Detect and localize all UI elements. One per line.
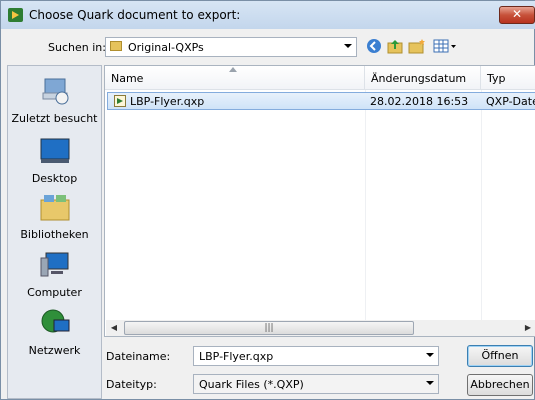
file-name: LBP-Flyer.qxp: [130, 95, 205, 108]
scroll-right-icon[interactable]: ▶: [520, 320, 535, 336]
filetype-dropdown[interactable]: Quark Files (*.QXP): [193, 374, 439, 394]
column-divider: [365, 90, 366, 320]
place-recent[interactable]: Zuletzt besucht: [8, 76, 101, 125]
qxp-file-icon: [114, 95, 126, 107]
file-date: 28.02.2018 16:53: [370, 95, 469, 108]
computer-icon: [40, 252, 68, 277]
recent-places-icon: [42, 78, 68, 105]
scroll-thumb[interactable]: |||: [124, 321, 414, 335]
libraries-icon: [40, 195, 69, 221]
cancel-button[interactable]: Abbrechen: [467, 374, 533, 396]
place-label: Netzwerk: [28, 344, 81, 357]
column-label: Typ: [487, 72, 506, 85]
place-network[interactable]: Netzwerk: [8, 308, 101, 357]
network-icon: [41, 309, 69, 333]
file-type: QXP-Date: [486, 95, 535, 108]
filename-value: LBP-Flyer.qxp: [199, 350, 274, 363]
place-label: Zuletzt besucht: [11, 112, 98, 125]
filetype-value: Quark Files (*.QXP): [199, 378, 304, 391]
place-label: Desktop: [31, 172, 78, 185]
open-button[interactable]: Öffnen: [467, 345, 533, 367]
filename-input[interactable]: LBP-Flyer.qxp: [193, 346, 439, 366]
horizontal-scrollbar[interactable]: ◀ ||| ▶: [106, 320, 535, 336]
quark-app-icon: [8, 8, 23, 22]
folder-icon: [110, 41, 122, 51]
look-in-value: Original-QXPs: [128, 41, 204, 54]
sort-ascending-icon: [229, 67, 237, 72]
filetype-label: Dateityp:: [106, 378, 157, 391]
filename-label: Dateiname:: [106, 350, 171, 363]
column-header-name[interactable]: Name: [105, 66, 365, 90]
up-folder-icon[interactable]: [387, 38, 403, 54]
window-title: Choose Quark document to export:: [29, 8, 241, 22]
file-list: Name Änderungsdatum Typ LBP-Flyer.qxp 28…: [104, 65, 535, 337]
place-label: Computer: [27, 286, 82, 299]
place-computer[interactable]: Computer: [8, 250, 101, 299]
place-libraries[interactable]: Bibliotheken: [8, 192, 101, 241]
file-dialog: Choose Quark document to export: ✕ Suche…: [0, 0, 535, 400]
scroll-left-icon[interactable]: ◀: [106, 320, 122, 336]
title-bar: Choose Quark document to export: ✕: [1, 1, 535, 29]
column-header-type[interactable]: Typ: [481, 66, 535, 90]
chevron-down-icon: [426, 381, 434, 385]
place-desktop[interactable]: Desktop: [8, 136, 101, 185]
new-folder-icon[interactable]: [408, 38, 426, 54]
column-header-date[interactable]: Änderungsdatum: [365, 66, 481, 90]
table-row[interactable]: LBP-Flyer.qxp 28.02.2018 16:53 QXP-Date: [107, 92, 535, 110]
column-divider: [481, 90, 482, 320]
view-menu-icon[interactable]: [433, 38, 457, 54]
column-label: Änderungsdatum: [371, 72, 467, 85]
look-in-dropdown[interactable]: Original-QXPs: [105, 37, 357, 57]
places-bar: Zuletzt besucht Desktop Bibliotheken Com…: [7, 65, 102, 399]
column-label: Name: [111, 72, 144, 85]
look-in-label: Suchen in:: [48, 41, 106, 54]
chevron-down-icon: [344, 44, 352, 48]
back-icon[interactable]: [366, 38, 382, 54]
chevron-down-icon[interactable]: [426, 353, 434, 357]
close-button[interactable]: ✕: [499, 6, 535, 24]
desktop-icon: [40, 138, 69, 163]
place-label: Bibliotheken: [20, 228, 89, 241]
